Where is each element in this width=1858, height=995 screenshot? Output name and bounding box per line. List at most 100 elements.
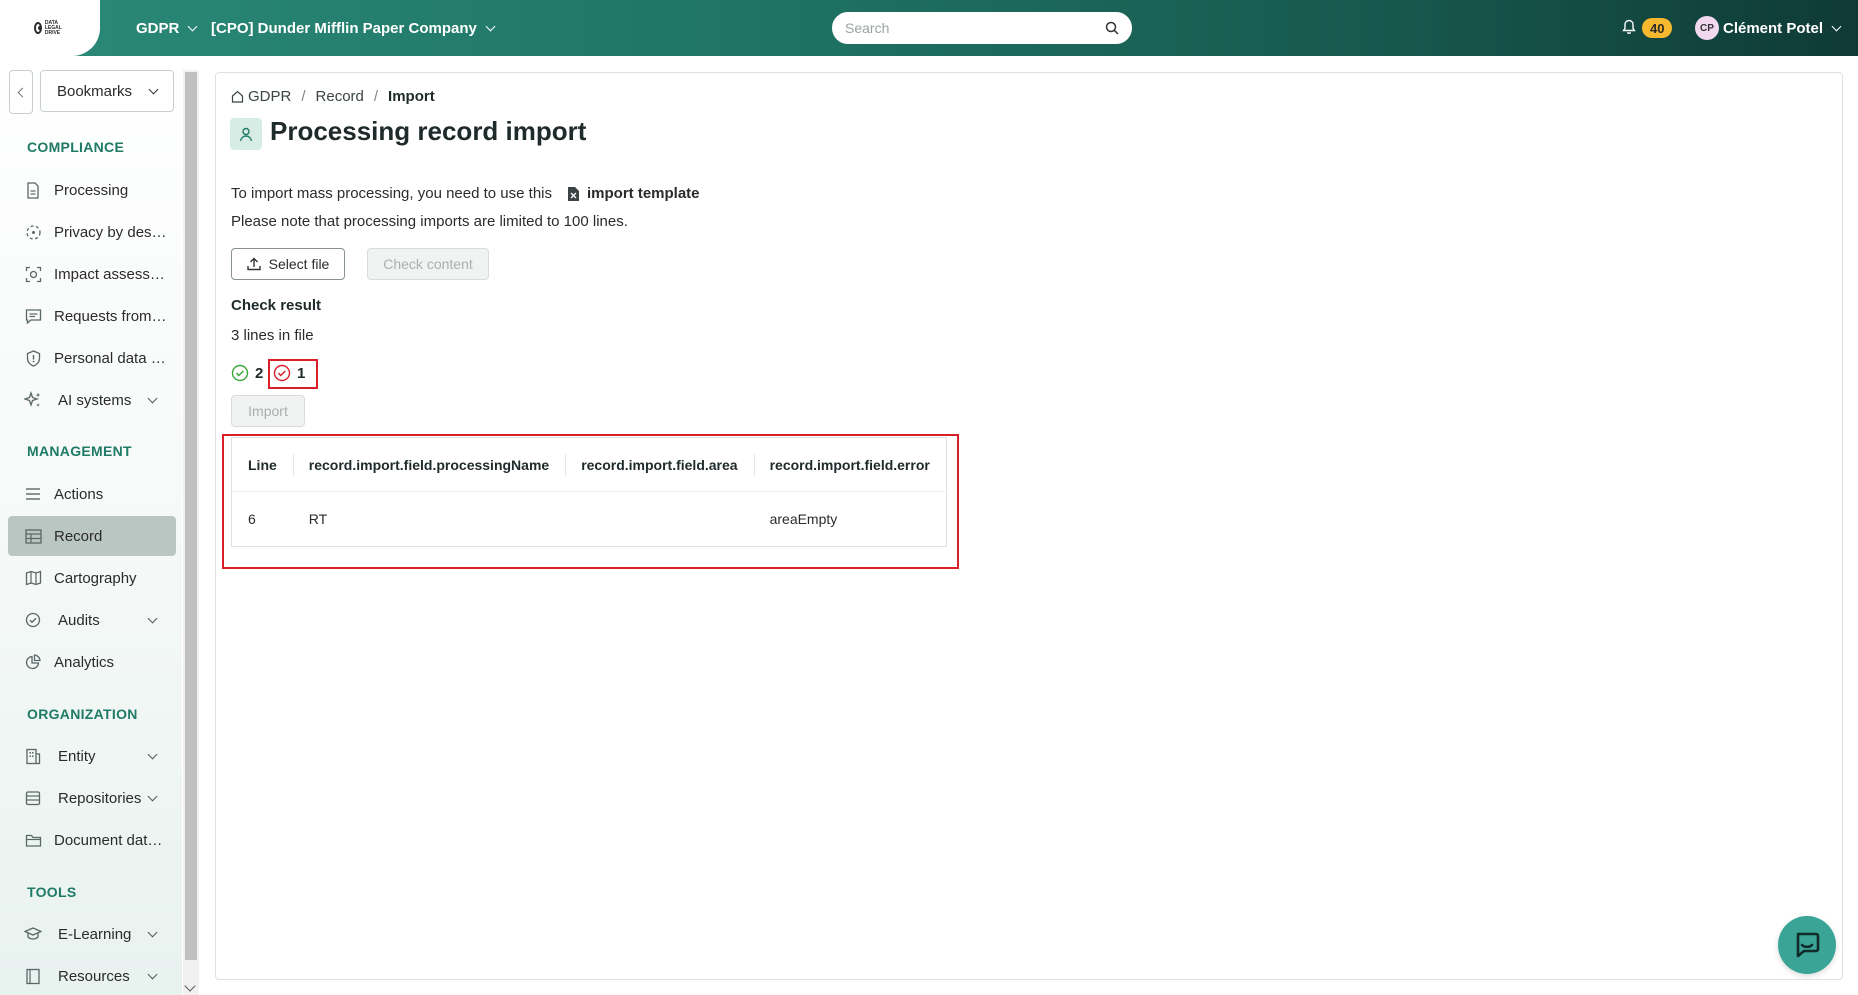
sidebar-item-cartography[interactable]: Cartography: [8, 558, 176, 598]
intro-label: To import mass processing, you need to u…: [231, 185, 552, 202]
scroll-down-arrow[interactable]: [184, 980, 196, 992]
breadcrumb-separator: /: [373, 88, 379, 105]
chevron-down-icon[interactable]: [147, 613, 158, 624]
section-compliance: COMPLIANCE: [27, 139, 125, 155]
breadcrumb-record[interactable]: Record: [316, 88, 364, 105]
chevron-left-icon: [17, 87, 28, 97]
import-template-link[interactable]: import template: [568, 185, 700, 202]
breadcrumb: GDPR / Record / Import: [231, 88, 435, 105]
search-icon[interactable]: [1105, 21, 1119, 35]
column-header-processing-name[interactable]: record.import.field.processingName: [292, 437, 566, 492]
breadcrumb-current: Import: [388, 88, 435, 105]
sidebar-item-impact-assessment[interactable]: Impact assessment: [8, 254, 176, 294]
intro-text: To import mass processing, you need to u…: [231, 185, 700, 202]
breadcrumb-separator: /: [301, 88, 306, 105]
sidebar-item-analytics[interactable]: Analytics: [8, 642, 176, 682]
table-icon: [24, 527, 42, 545]
column-header-area[interactable]: record.import.field.area: [565, 437, 754, 492]
sidebar-item-elearning[interactable]: E-Learning: [8, 914, 176, 954]
sidebar-item-audits[interactable]: Audits: [8, 600, 176, 640]
sidebar-item-resources[interactable]: Resources: [8, 956, 176, 995]
chevron-down-icon[interactable]: [147, 791, 158, 802]
table-header-row: Line record.import.field.processingName …: [231, 437, 947, 492]
chevron-down-icon: [148, 84, 159, 94]
sidebar-scrollbar[interactable]: [183, 70, 199, 995]
sidebar-item-label: Requests from data subjects: [54, 307, 169, 325]
column-header-line[interactable]: Line: [231, 437, 293, 492]
sidebar-item-data-breach[interactable]: Personal data breaches: [8, 338, 176, 378]
chat-button[interactable]: [1778, 916, 1836, 974]
breadcrumb-home[interactable]: GDPR: [231, 88, 291, 105]
pie-chart-icon: [24, 653, 42, 671]
valid-count-value: 2: [255, 364, 264, 382]
chevron-down-icon[interactable]: [147, 927, 158, 938]
list-icon: [24, 485, 42, 503]
sidebar-item-requests[interactable]: Requests from data subjects: [8, 296, 176, 336]
cell-error: areaEmpty: [769, 511, 838, 527]
sidebar-item-label: Personal data breaches: [54, 349, 169, 367]
logo-area[interactable]: DATA LEGAL DRIVE: [0, 0, 100, 56]
user-name: Clément Potel: [1723, 19, 1824, 37]
user-menu[interactable]: Clément Potel: [1723, 0, 1842, 56]
chat-icon: [1796, 932, 1820, 958]
sidebar-item-label: Impact assessment: [54, 265, 169, 283]
document-icon: [24, 181, 42, 199]
cell-line: 6: [248, 511, 256, 527]
page-title: Processing record import: [270, 116, 587, 146]
sidebar-item-label: Audits: [58, 611, 100, 629]
shield-alert-icon: [24, 349, 42, 367]
module-selector[interactable]: GDPR: [136, 0, 198, 56]
dashed-circle-icon: [24, 223, 42, 241]
import-template-label: import template: [587, 185, 700, 202]
message-icon: [24, 307, 42, 325]
sidebar-item-label: Privacy by design: [54, 223, 169, 241]
sidebar-item-label: Repositories: [58, 789, 142, 807]
chevron-down-icon[interactable]: [147, 969, 158, 980]
chevron-down-icon[interactable]: [147, 393, 158, 404]
column-header-error[interactable]: record.import.field.error: [753, 437, 947, 492]
sidebar-item-label: Actions: [54, 485, 104, 503]
module-label: GDPR: [136, 19, 180, 37]
valid-count[interactable]: 2: [231, 364, 263, 382]
sidebar-item-entity[interactable]: Entity: [8, 736, 176, 776]
sidebar-item-repositories[interactable]: Repositories: [8, 778, 176, 818]
search-input[interactable]: [845, 20, 1105, 36]
search-box: [832, 12, 1132, 44]
avatar[interactable]: CP: [1695, 16, 1719, 40]
lines-in-file: 3 lines in file: [231, 327, 314, 344]
select-file-button[interactable]: Select file: [231, 248, 345, 280]
error-count-highlight: [268, 359, 318, 389]
sidebar-item-label: Document database: [54, 831, 169, 849]
check-circle-icon: [231, 364, 249, 382]
sidebar-item-record[interactable]: Record: [8, 516, 176, 556]
home-icon: [231, 90, 244, 103]
sidebar-item-label: Analytics: [54, 653, 115, 671]
check-content-button[interactable]: Check content: [367, 248, 489, 280]
app-logo: DATA LEGAL DRIVE: [34, 18, 68, 38]
section-management: MANAGEMENT: [27, 443, 132, 459]
top-bar: DATA LEGAL DRIVE GDPR [CPO] Dunder Miffl…: [0, 0, 1858, 56]
section-tools: TOOLS: [27, 884, 77, 900]
select-file-label: Select file: [268, 256, 330, 272]
sidebar-item-ai-systems[interactable]: AI systems: [8, 380, 176, 420]
chevron-down-icon: [187, 21, 198, 31]
scrollbar-thumb[interactable]: [185, 72, 197, 960]
sidebar-item-label: Processing: [54, 181, 129, 199]
bookmarks-label: Bookmarks: [56, 82, 133, 100]
chevron-down-icon[interactable]: [147, 749, 158, 760]
import-button[interactable]: Import: [231, 395, 305, 427]
section-organization: ORGANIZATION: [27, 706, 138, 722]
bookmarks-dropdown[interactable]: Bookmarks: [40, 70, 174, 112]
sidebar-item-privacy-by-design[interactable]: Privacy by design: [8, 212, 176, 252]
folder-icon: [24, 831, 42, 849]
book-icon: [24, 967, 42, 985]
sidebar-item-actions[interactable]: Actions: [8, 474, 176, 514]
company-selector[interactable]: [CPO] Dunder Mifflin Paper Company: [211, 0, 496, 56]
sidebar-item-label: Resources: [58, 967, 130, 985]
notification-badge[interactable]: 40: [1642, 18, 1673, 38]
table-row[interactable]: 6 RT areaEmpty: [232, 492, 947, 547]
sidebar-item-processing[interactable]: Processing: [8, 170, 176, 210]
bell-icon[interactable]: [1622, 19, 1636, 35]
sidebar-item-document-database[interactable]: Document database: [8, 820, 176, 860]
collapse-sidebar-button[interactable]: [9, 70, 33, 114]
